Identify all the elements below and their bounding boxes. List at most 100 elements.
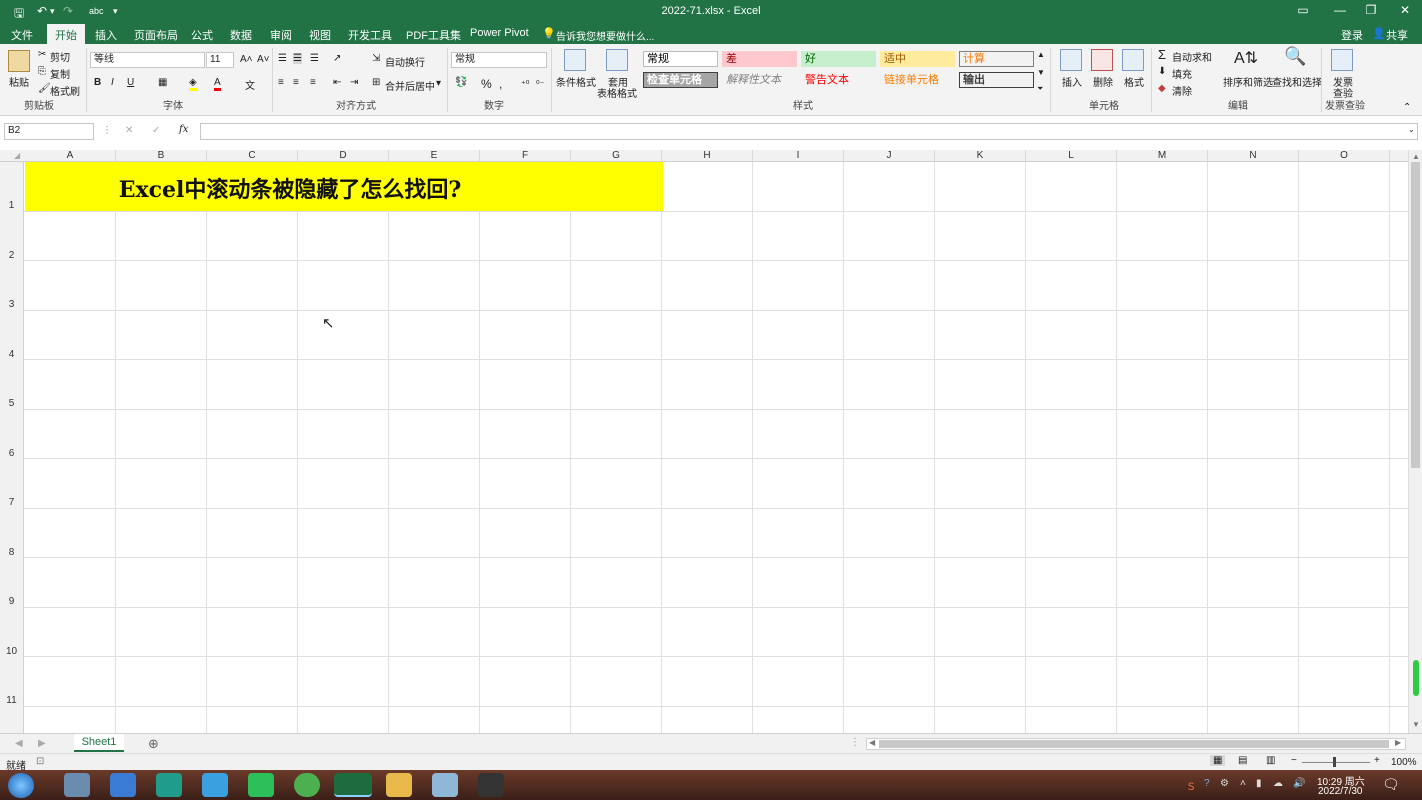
column-header[interactable]: G — [571, 150, 662, 162]
new-sheet-button[interactable]: ⊕ — [148, 736, 159, 752]
row-header[interactable]: 10 — [0, 646, 23, 657]
tab-power-pivot[interactable]: Power Pivot — [470, 27, 529, 39]
tell-me-box[interactable]: 告诉我您想要做什么... — [556, 28, 654, 43]
align-right-icon[interactable]: ≡ — [310, 77, 316, 88]
delete-button[interactable]: 删除 — [1093, 74, 1113, 89]
style-output[interactable]: 输出 — [959, 72, 1034, 88]
number-format-dropdown[interactable]: 常规 — [451, 52, 547, 68]
column-header[interactable]: F — [480, 150, 571, 162]
scroll-right-icon[interactable]: ▶ — [1395, 738, 1401, 747]
network-icon[interactable]: ▮ — [1256, 778, 1262, 789]
tab-developer[interactable]: 开发工具 — [348, 27, 392, 43]
sort-filter-button[interactable]: 排序和筛选 — [1223, 74, 1273, 89]
style-bad[interactable]: 差 — [722, 51, 797, 67]
row-header[interactable]: 8 — [0, 547, 23, 558]
comma-button[interactable]: , — [499, 77, 502, 91]
align-left-icon[interactable]: ≡ — [278, 77, 284, 88]
format-painter-button[interactable]: 格式刷 — [50, 83, 80, 98]
column-header[interactable]: H — [662, 150, 753, 162]
iqiyi-icon[interactable] — [248, 773, 274, 797]
tab-home[interactable]: 开始 — [47, 24, 85, 44]
help-tray-icon[interactable]: ? — [1204, 778, 1210, 789]
expand-formula-icon[interactable]: ⌄ — [1408, 125, 1415, 134]
sheet-tab[interactable]: Sheet1 — [74, 734, 124, 752]
underline-button[interactable]: U — [127, 77, 134, 88]
page-layout-view-icon[interactable]: ▤ — [1238, 755, 1247, 766]
column-header[interactable]: E — [389, 150, 480, 162]
decrease-decimal-icon[interactable]: ⁰⁻ — [536, 79, 544, 90]
percent-button[interactable]: % — [481, 77, 492, 91]
copy-icon[interactable]: ⎘ — [38, 66, 46, 77]
fill-color-icon[interactable]: ◈ — [189, 77, 197, 91]
start-button-icon[interactable] — [8, 773, 34, 798]
conditional-format-button[interactable]: 条件格式 — [556, 74, 596, 89]
column-header[interactable]: I — [753, 150, 844, 162]
insert-button[interactable]: 插入 — [1062, 74, 1082, 89]
scroll-up-icon[interactable]: ▲ — [1412, 152, 1420, 161]
styles-scroll-down-icon[interactable]: ▼ — [1037, 68, 1045, 77]
style-check-cell[interactable]: 检查单元格 — [643, 72, 718, 88]
column-header[interactable]: C — [207, 150, 298, 162]
macro-record-icon[interactable]: ⊡ — [36, 756, 44, 767]
increase-indent-icon[interactable]: ⇥ — [350, 77, 358, 88]
style-neutral[interactable]: 适中 — [880, 51, 955, 67]
clock-date[interactable]: 2022/7/30 — [1318, 786, 1363, 797]
format-painter-icon[interactable]: 🖌 — [38, 83, 51, 94]
orientation-icon[interactable]: ↗ — [333, 53, 341, 64]
row-header[interactable]: 4 — [0, 349, 23, 360]
tab-formulas[interactable]: 公式 — [191, 27, 213, 43]
tab-split-handle-icon[interactable]: ⋮ — [850, 737, 860, 748]
tab-review[interactable]: 审阅 — [270, 27, 292, 43]
share-button[interactable]: 共享 — [1386, 27, 1408, 43]
insert-function-icon[interactable]: fx — [179, 124, 188, 135]
row-header[interactable]: 6 — [0, 448, 23, 459]
align-center-icon[interactable]: ≡ — [293, 77, 299, 88]
tab-pdf-tools[interactable]: PDF工具集 — [406, 27, 461, 43]
name-box[interactable]: B2 — [4, 123, 94, 140]
tray-icon[interactable]: ⚙ — [1220, 778, 1229, 789]
style-normal[interactable]: 常规 — [643, 51, 718, 67]
copy-button[interactable]: 复制 — [50, 66, 70, 81]
column-header[interactable]: M — [1117, 150, 1208, 162]
prev-sheet-icon[interactable]: ◀ — [15, 738, 23, 749]
shrink-font-icon[interactable]: A˅ — [257, 54, 270, 65]
decrease-indent-icon[interactable]: ⇤ — [333, 77, 341, 88]
screen-recorder-icon[interactable] — [478, 773, 504, 797]
tab-data[interactable]: 数据 — [230, 27, 252, 43]
ribbon-display-icon[interactable]: ▭ — [1288, 3, 1318, 17]
font-name-dropdown[interactable]: 等线 — [90, 52, 205, 68]
taskbar-app-icon[interactable] — [294, 773, 320, 797]
column-header[interactable]: N — [1208, 150, 1299, 162]
conditional-format-icon[interactable] — [564, 49, 586, 71]
zoom-level[interactable]: 100% — [1391, 757, 1417, 768]
taskbar-app-icon[interactable] — [64, 773, 90, 797]
format-as-table-label-2[interactable]: 表格格式 — [597, 85, 637, 100]
merge-dropdown-icon[interactable]: ▾ — [436, 78, 441, 89]
maximize-icon[interactable]: ❐ — [1356, 3, 1386, 17]
bold-button[interactable]: B — [94, 77, 101, 88]
style-explanatory[interactable]: 解释性文本 — [722, 72, 797, 88]
tray-icon[interactable]: Ｓ — [1186, 778, 1196, 793]
scrollbar-thumb[interactable] — [1411, 162, 1420, 468]
select-all-icon[interactable]: ◢ — [14, 151, 20, 160]
increase-decimal-icon[interactable]: ⁺⁰ — [521, 79, 529, 90]
column-header[interactable]: A — [25, 150, 116, 162]
find-select-button[interactable]: 查找和选择 — [1272, 74, 1322, 89]
show-hidden-icons[interactable]: ˄ — [1240, 778, 1246, 789]
insert-cells-icon[interactable] — [1060, 49, 1082, 71]
tab-file[interactable]: 文件 — [11, 27, 33, 43]
paste-button[interactable]: 粘贴 — [9, 74, 29, 89]
file-explorer-icon[interactable] — [386, 773, 412, 797]
fill-button[interactable]: 填充 — [1172, 66, 1192, 81]
style-warning[interactable]: 警告文本 — [801, 72, 876, 88]
column-header[interactable]: K — [935, 150, 1026, 162]
zoom-out-button[interactable]: − — [1291, 755, 1297, 766]
zoom-slider[interactable] — [1302, 762, 1370, 763]
cut-button[interactable]: 剪切 — [50, 49, 70, 64]
align-bottom-icon[interactable]: ☰ — [310, 53, 319, 64]
zoom-in-button[interactable]: + — [1374, 755, 1380, 766]
formula-input[interactable] — [200, 123, 1418, 140]
taskbar-app-icon[interactable] — [110, 773, 136, 797]
tray-icon[interactable]: ☁ — [1273, 778, 1283, 789]
tab-view[interactable]: 视图 — [309, 27, 331, 43]
